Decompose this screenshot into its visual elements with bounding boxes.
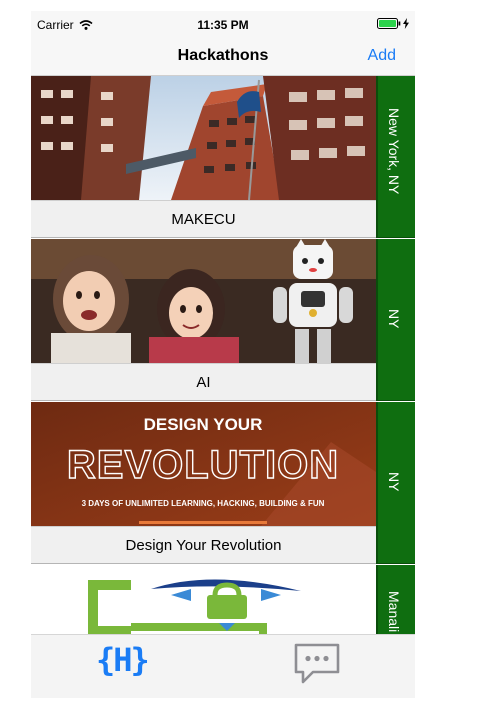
- status-time: 11:35 PM: [197, 18, 249, 32]
- add-button[interactable]: Add: [368, 47, 396, 65]
- hackathon-list[interactable]: MAKECU New York, NY AI NY DESIGN YOUR RE…: [31, 76, 415, 634]
- banner-line-1: DESIGN YOUR: [144, 415, 263, 434]
- hackathon-name: Design Your Revolution: [31, 526, 376, 564]
- hackathon-cell[interactable]: AI NY: [31, 239, 415, 402]
- hackathon-cell[interactable]: Manali: [31, 565, 415, 634]
- hackathon-name: AI: [31, 363, 376, 401]
- charging-bolt-icon: [403, 18, 409, 29]
- battery-icon: [377, 18, 401, 29]
- hackathon-cell[interactable]: MAKECU New York, NY: [31, 76, 415, 239]
- hackathon-location: NY: [386, 472, 402, 492]
- phone-screen: Carrier 11:35 PM Hackathons Add MAKECU N…: [31, 11, 415, 698]
- hackathon-location-bar: Manali: [376, 565, 415, 634]
- page-title: Hackathons: [177, 47, 269, 64]
- hackathon-location-bar: NY: [376, 402, 415, 564]
- hackathon-location-bar: New York, NY: [376, 76, 415, 238]
- banner-line-3: 3 DAYS OF UNLIMITED LEARNING, HACKING, B…: [82, 499, 325, 508]
- navigation-bar: Hackathons Add: [31, 39, 415, 76]
- hackathon-image: DESIGN YOUR REVOLUTION 3 DAYS OF UNLIMIT…: [31, 402, 376, 526]
- chat-bubble-icon[interactable]: [293, 642, 341, 686]
- battery-group: [377, 18, 409, 29]
- tab-bar: {H}: [31, 634, 415, 698]
- hackathon-location: New York, NY: [386, 108, 402, 195]
- hackathon-image: [31, 76, 376, 200]
- hackathon-location: NY: [386, 309, 402, 329]
- status-bar: Carrier 11:35 PM: [31, 11, 415, 39]
- banner-line-2: REVOLUTION: [67, 443, 339, 487]
- hackathons-tab-icon[interactable]: {H}: [96, 641, 150, 679]
- hackathon-image: [31, 565, 376, 634]
- hackathon-cell[interactable]: DESIGN YOUR REVOLUTION 3 DAYS OF UNLIMIT…: [31, 402, 415, 565]
- hackathon-location-bar: NY: [376, 239, 415, 401]
- hackathon-image: [31, 239, 376, 363]
- hackathon-name: MAKECU: [31, 200, 376, 238]
- hackathon-location: Manali: [386, 591, 402, 633]
